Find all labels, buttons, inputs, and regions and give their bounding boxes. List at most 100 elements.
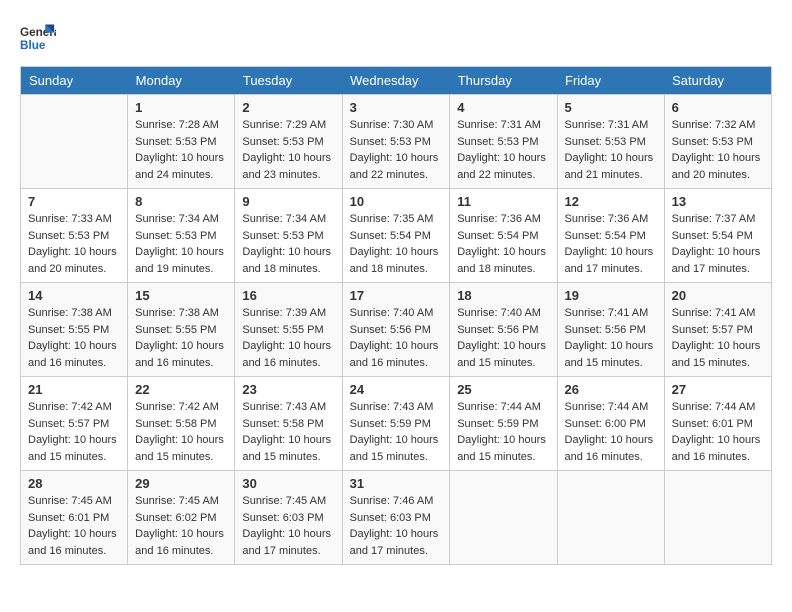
day-info: Sunrise: 7:41 AM Sunset: 5:56 PM Dayligh… bbox=[565, 305, 657, 371]
calendar-cell: 10 Sunrise: 7:35 AM Sunset: 5:54 PM Dayli… bbox=[342, 189, 450, 283]
calendar-cell: 28 Sunrise: 7:45 AM Sunset: 6:01 PM Dayli… bbox=[21, 471, 128, 565]
day-number: 30 bbox=[242, 476, 334, 491]
day-number: 13 bbox=[672, 194, 764, 209]
day-number: 20 bbox=[672, 288, 764, 303]
day-number: 6 bbox=[672, 100, 764, 115]
calendar-cell bbox=[450, 471, 557, 565]
calendar-cell: 31 Sunrise: 7:46 AM Sunset: 6:03 PM Dayli… bbox=[342, 471, 450, 565]
logo: General Blue bbox=[20, 20, 56, 56]
page-header: General Blue bbox=[20, 20, 772, 56]
calendar-cell: 15 Sunrise: 7:38 AM Sunset: 5:55 PM Dayli… bbox=[128, 283, 235, 377]
day-number: 18 bbox=[457, 288, 549, 303]
calendar-cell: 24 Sunrise: 7:43 AM Sunset: 5:59 PM Dayli… bbox=[342, 377, 450, 471]
day-number: 22 bbox=[135, 382, 227, 397]
day-info: Sunrise: 7:28 AM Sunset: 5:53 PM Dayligh… bbox=[135, 117, 227, 183]
day-info: Sunrise: 7:42 AM Sunset: 5:58 PM Dayligh… bbox=[135, 399, 227, 465]
day-number: 31 bbox=[350, 476, 443, 491]
day-number: 10 bbox=[350, 194, 443, 209]
calendar-cell: 11Sunrise: 7:36 AM Sunset: 5:54 PM Dayli… bbox=[450, 189, 557, 283]
calendar-cell: 13Sunrise: 7:37 AM Sunset: 5:54 PM Dayli… bbox=[664, 189, 771, 283]
calendar-cell: 25 Sunrise: 7:44 AM Sunset: 5:59 PM Dayli… bbox=[450, 377, 557, 471]
calendar-cell: 30 Sunrise: 7:45 AM Sunset: 6:03 PM Dayli… bbox=[235, 471, 342, 565]
day-number: 14 bbox=[28, 288, 120, 303]
day-number: 24 bbox=[350, 382, 443, 397]
day-info: Sunrise: 7:40 AM Sunset: 5:56 PM Dayligh… bbox=[457, 305, 549, 371]
day-info: Sunrise: 7:29 AM Sunset: 5:53 PM Dayligh… bbox=[242, 117, 334, 183]
calendar-cell: 6 Sunrise: 7:32 AM Sunset: 5:53 PM Daylig… bbox=[664, 95, 771, 189]
calendar-cell bbox=[664, 471, 771, 565]
day-number: 3 bbox=[350, 100, 443, 115]
calendar-week-row: 1 Sunrise: 7:28 AM Sunset: 5:53 PM Daylig… bbox=[21, 95, 772, 189]
weekday-header-tuesday: Tuesday bbox=[235, 67, 342, 95]
weekday-header-saturday: Saturday bbox=[664, 67, 771, 95]
calendar-cell: 21 Sunrise: 7:42 AM Sunset: 5:57 PM Dayli… bbox=[21, 377, 128, 471]
day-info: Sunrise: 7:31 AM Sunset: 5:53 PM Dayligh… bbox=[565, 117, 657, 183]
day-number: 8 bbox=[135, 194, 227, 209]
calendar-cell: 9 Sunrise: 7:34 AM Sunset: 5:53 PM Daylig… bbox=[235, 189, 342, 283]
day-info: Sunrise: 7:34 AM Sunset: 5:53 PM Dayligh… bbox=[242, 211, 334, 277]
calendar-week-row: 28 Sunrise: 7:45 AM Sunset: 6:01 PM Dayli… bbox=[21, 471, 772, 565]
day-info: Sunrise: 7:44 AM Sunset: 5:59 PM Dayligh… bbox=[457, 399, 549, 465]
calendar-cell: 22 Sunrise: 7:42 AM Sunset: 5:58 PM Dayli… bbox=[128, 377, 235, 471]
day-number: 21 bbox=[28, 382, 120, 397]
calendar-cell: 1 Sunrise: 7:28 AM Sunset: 5:53 PM Daylig… bbox=[128, 95, 235, 189]
day-info: Sunrise: 7:38 AM Sunset: 5:55 PM Dayligh… bbox=[135, 305, 227, 371]
day-number: 26 bbox=[565, 382, 657, 397]
day-info: Sunrise: 7:33 AM Sunset: 5:53 PM Dayligh… bbox=[28, 211, 120, 277]
day-number: 25 bbox=[457, 382, 549, 397]
weekday-header-monday: Monday bbox=[128, 67, 235, 95]
calendar-cell: 29 Sunrise: 7:45 AM Sunset: 6:02 PM Dayli… bbox=[128, 471, 235, 565]
calendar-cell: 27Sunrise: 7:44 AM Sunset: 6:01 PM Dayli… bbox=[664, 377, 771, 471]
calendar-week-row: 21 Sunrise: 7:42 AM Sunset: 5:57 PM Dayli… bbox=[21, 377, 772, 471]
day-number: 1 bbox=[135, 100, 227, 115]
day-info: Sunrise: 7:45 AM Sunset: 6:01 PM Dayligh… bbox=[28, 493, 120, 559]
day-info: Sunrise: 7:38 AM Sunset: 5:55 PM Dayligh… bbox=[28, 305, 120, 371]
calendar-body: 1 Sunrise: 7:28 AM Sunset: 5:53 PM Daylig… bbox=[21, 95, 772, 565]
calendar-cell bbox=[21, 95, 128, 189]
logo-icon: General Blue bbox=[20, 20, 56, 56]
day-number: 7 bbox=[28, 194, 120, 209]
weekday-header-friday: Friday bbox=[557, 67, 664, 95]
day-number: 23 bbox=[242, 382, 334, 397]
day-number: 16 bbox=[242, 288, 334, 303]
weekday-header-wednesday: Wednesday bbox=[342, 67, 450, 95]
day-number: 28 bbox=[28, 476, 120, 491]
day-info: Sunrise: 7:45 AM Sunset: 6:02 PM Dayligh… bbox=[135, 493, 227, 559]
calendar-cell: 23Sunrise: 7:43 AM Sunset: 5:58 PM Dayli… bbox=[235, 377, 342, 471]
day-number: 19 bbox=[565, 288, 657, 303]
calendar-cell: 5 Sunrise: 7:31 AM Sunset: 5:53 PM Daylig… bbox=[557, 95, 664, 189]
day-info: Sunrise: 7:46 AM Sunset: 6:03 PM Dayligh… bbox=[350, 493, 443, 559]
calendar-cell: 16 Sunrise: 7:39 AM Sunset: 5:55 PM Dayli… bbox=[235, 283, 342, 377]
day-number: 9 bbox=[242, 194, 334, 209]
calendar-cell: 17Sunrise: 7:40 AM Sunset: 5:56 PM Dayli… bbox=[342, 283, 450, 377]
day-info: Sunrise: 7:34 AM Sunset: 5:53 PM Dayligh… bbox=[135, 211, 227, 277]
day-number: 12 bbox=[565, 194, 657, 209]
day-info: Sunrise: 7:43 AM Sunset: 5:59 PM Dayligh… bbox=[350, 399, 443, 465]
day-info: Sunrise: 7:32 AM Sunset: 5:53 PM Dayligh… bbox=[672, 117, 764, 183]
day-info: Sunrise: 7:42 AM Sunset: 5:57 PM Dayligh… bbox=[28, 399, 120, 465]
day-info: Sunrise: 7:41 AM Sunset: 5:57 PM Dayligh… bbox=[672, 305, 764, 371]
day-info: Sunrise: 7:45 AM Sunset: 6:03 PM Dayligh… bbox=[242, 493, 334, 559]
day-info: Sunrise: 7:30 AM Sunset: 5:53 PM Dayligh… bbox=[350, 117, 443, 183]
calendar-cell: 20 Sunrise: 7:41 AM Sunset: 5:57 PM Dayli… bbox=[664, 283, 771, 377]
calendar-cell: 2 Sunrise: 7:29 AM Sunset: 5:53 PM Daylig… bbox=[235, 95, 342, 189]
day-number: 15 bbox=[135, 288, 227, 303]
calendar-cell: 8 Sunrise: 7:34 AM Sunset: 5:53 PM Daylig… bbox=[128, 189, 235, 283]
day-number: 5 bbox=[565, 100, 657, 115]
day-info: Sunrise: 7:44 AM Sunset: 6:01 PM Dayligh… bbox=[672, 399, 764, 465]
calendar-cell: 7 Sunrise: 7:33 AM Sunset: 5:53 PM Daylig… bbox=[21, 189, 128, 283]
day-info: Sunrise: 7:35 AM Sunset: 5:54 PM Dayligh… bbox=[350, 211, 443, 277]
calendar-cell: 19 Sunrise: 7:41 AM Sunset: 5:56 PM Dayli… bbox=[557, 283, 664, 377]
weekday-header-thursday: Thursday bbox=[450, 67, 557, 95]
day-info: Sunrise: 7:36 AM Sunset: 5:54 PM Dayligh… bbox=[565, 211, 657, 277]
calendar-cell: 4Sunrise: 7:31 AM Sunset: 5:53 PM Daylig… bbox=[450, 95, 557, 189]
weekday-header-sunday: Sunday bbox=[21, 67, 128, 95]
day-info: Sunrise: 7:40 AM Sunset: 5:56 PM Dayligh… bbox=[350, 305, 443, 371]
calendar-header-row: SundayMondayTuesdayWednesdayThursdayFrid… bbox=[21, 67, 772, 95]
day-info: Sunrise: 7:39 AM Sunset: 5:55 PM Dayligh… bbox=[242, 305, 334, 371]
day-info: Sunrise: 7:36 AM Sunset: 5:54 PM Dayligh… bbox=[457, 211, 549, 277]
day-number: 2 bbox=[242, 100, 334, 115]
calendar-cell bbox=[557, 471, 664, 565]
calendar-cell: 18 Sunrise: 7:40 AM Sunset: 5:56 PM Dayli… bbox=[450, 283, 557, 377]
day-number: 29 bbox=[135, 476, 227, 491]
